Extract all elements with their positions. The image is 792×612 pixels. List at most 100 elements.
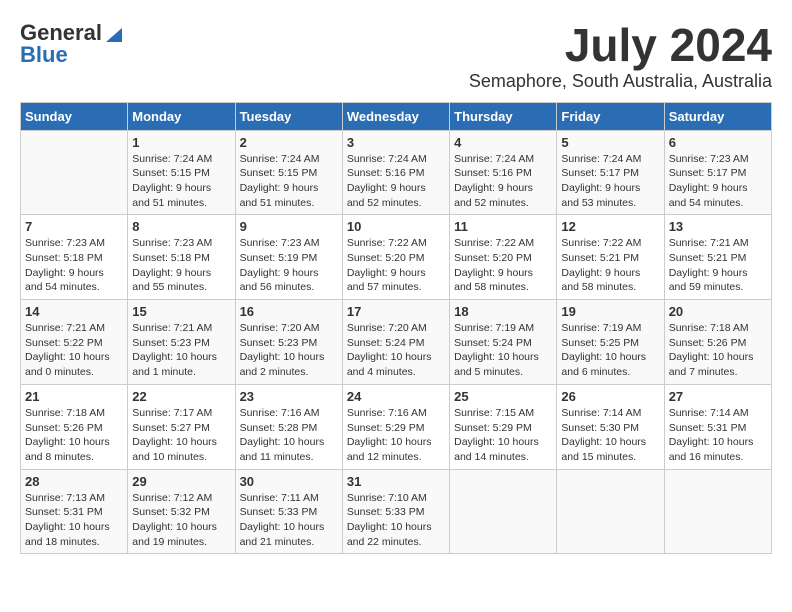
page-header: General Blue July 2024 Semaphore, South … bbox=[20, 20, 772, 92]
day-number: 20 bbox=[669, 304, 767, 319]
day-number: 31 bbox=[347, 474, 445, 489]
calendar-cell: 8Sunrise: 7:23 AMSunset: 5:18 PMDaylight… bbox=[128, 215, 235, 300]
day-info: Sunrise: 7:11 AMSunset: 5:33 PMDaylight:… bbox=[240, 491, 338, 550]
calendar-cell bbox=[21, 130, 128, 215]
calendar-cell: 11 Sunrise: 7:22 AMSunset: 5:20 PMDayligh… bbox=[450, 215, 557, 300]
calendar-cell: 29 Sunrise: 7:12 AMSunset: 5:32 PMDayligh… bbox=[128, 469, 235, 554]
day-number: 19 bbox=[561, 304, 659, 319]
day-number: 16 bbox=[240, 304, 338, 319]
day-header-tuesday: Tuesday bbox=[235, 102, 342, 130]
day-number: 17 bbox=[347, 304, 445, 319]
day-info: Sunrise: 7:19 AMSunset: 5:24 PMDaylight:… bbox=[454, 321, 552, 380]
calendar-week-row: 28Sunrise: 7:13 AMSunset: 5:31 PMDayligh… bbox=[21, 469, 772, 554]
day-number: 9 bbox=[240, 219, 338, 234]
calendar-cell: 17Sunrise: 7:20 AMSunset: 5:24 PMDayligh… bbox=[342, 300, 449, 385]
calendar-cell bbox=[664, 469, 771, 554]
day-number: 14 bbox=[25, 304, 123, 319]
day-number: 27 bbox=[669, 389, 767, 404]
day-info: Sunrise: 7:22 AMSunset: 5:21 PMDaylight:… bbox=[561, 236, 659, 295]
calendar-cell: 27 Sunrise: 7:14 AMSunset: 5:31 PMDayligh… bbox=[664, 384, 771, 469]
day-info: Sunrise: 7:15 AMSunset: 5:29 PMDaylight:… bbox=[454, 406, 552, 465]
calendar-cell: 6Sunrise: 7:23 AMSunset: 5:17 PMDaylight… bbox=[664, 130, 771, 215]
calendar-cell: 14 Sunrise: 7:21 AMSunset: 5:22 PMDayligh… bbox=[21, 300, 128, 385]
day-number: 29 bbox=[132, 474, 230, 489]
day-info: Sunrise: 7:10 AMSunset: 5:33 PMDaylight:… bbox=[347, 491, 445, 550]
calendar-cell: 28Sunrise: 7:13 AMSunset: 5:31 PMDayligh… bbox=[21, 469, 128, 554]
month-title: July 2024 bbox=[469, 20, 772, 71]
day-number: 25 bbox=[454, 389, 552, 404]
calendar-cell: 3 Sunrise: 7:24 AMSunset: 5:16 PMDaylight… bbox=[342, 130, 449, 215]
calendar-cell: 12 Sunrise: 7:22 AMSunset: 5:21 PMDayligh… bbox=[557, 215, 664, 300]
day-info: Sunrise: 7:18 AMSunset: 5:26 PMDaylight:… bbox=[25, 406, 123, 465]
day-info: Sunrise: 7:23 AMSunset: 5:18 PMDaylight:… bbox=[25, 236, 123, 295]
calendar-cell: 22 Sunrise: 7:17 AMSunset: 5:27 PMDayligh… bbox=[128, 384, 235, 469]
calendar-cell: 30 Sunrise: 7:11 AMSunset: 5:33 PMDayligh… bbox=[235, 469, 342, 554]
day-info: Sunrise: 7:18 AMSunset: 5:26 PMDaylight:… bbox=[669, 321, 767, 380]
calendar-cell bbox=[557, 469, 664, 554]
calendar-cell: 2 Sunrise: 7:24 AMSunset: 5:15 PMDaylight… bbox=[235, 130, 342, 215]
day-info: Sunrise: 7:24 AMSunset: 5:15 PMDaylight:… bbox=[132, 152, 230, 211]
calendar-header-row: SundayMondayTuesdayWednesdayThursdayFrid… bbox=[21, 102, 772, 130]
day-number: 3 bbox=[347, 135, 445, 150]
day-info: Sunrise: 7:24 AMSunset: 5:16 PMDaylight:… bbox=[347, 152, 445, 211]
day-number: 22 bbox=[132, 389, 230, 404]
day-info: Sunrise: 7:17 AMSunset: 5:27 PMDaylight:… bbox=[132, 406, 230, 465]
day-info: Sunrise: 7:23 AMSunset: 5:17 PMDaylight:… bbox=[669, 152, 767, 211]
calendar-week-row: 7Sunrise: 7:23 AMSunset: 5:18 PMDaylight… bbox=[21, 215, 772, 300]
day-number: 26 bbox=[561, 389, 659, 404]
day-info: Sunrise: 7:22 AMSunset: 5:20 PMDaylight:… bbox=[454, 236, 552, 295]
day-info: Sunrise: 7:13 AMSunset: 5:31 PMDaylight:… bbox=[25, 491, 123, 550]
day-header-friday: Friday bbox=[557, 102, 664, 130]
day-info: Sunrise: 7:23 AMSunset: 5:18 PMDaylight:… bbox=[132, 236, 230, 295]
day-number: 13 bbox=[669, 219, 767, 234]
day-info: Sunrise: 7:16 AMSunset: 5:28 PMDaylight:… bbox=[240, 406, 338, 465]
day-info: Sunrise: 7:21 AMSunset: 5:21 PMDaylight:… bbox=[669, 236, 767, 295]
day-info: Sunrise: 7:14 AMSunset: 5:31 PMDaylight:… bbox=[669, 406, 767, 465]
day-header-wednesday: Wednesday bbox=[342, 102, 449, 130]
calendar-week-row: 1 Sunrise: 7:24 AMSunset: 5:15 PMDaylight… bbox=[21, 130, 772, 215]
calendar-cell: 4Sunrise: 7:24 AMSunset: 5:16 PMDaylight… bbox=[450, 130, 557, 215]
calendar-cell: 13 Sunrise: 7:21 AMSunset: 5:21 PMDayligh… bbox=[664, 215, 771, 300]
logo: General Blue bbox=[20, 20, 122, 68]
calendar-cell bbox=[450, 469, 557, 554]
calendar-cell: 5 Sunrise: 7:24 AMSunset: 5:17 PMDaylight… bbox=[557, 130, 664, 215]
day-info: Sunrise: 7:21 AMSunset: 5:23 PMDaylight:… bbox=[132, 321, 230, 380]
day-info: Sunrise: 7:12 AMSunset: 5:32 PMDaylight:… bbox=[132, 491, 230, 550]
calendar-cell: 26Sunrise: 7:14 AMSunset: 5:30 PMDayligh… bbox=[557, 384, 664, 469]
day-info: Sunrise: 7:16 AMSunset: 5:29 PMDaylight:… bbox=[347, 406, 445, 465]
day-header-saturday: Saturday bbox=[664, 102, 771, 130]
day-number: 23 bbox=[240, 389, 338, 404]
day-number: 1 bbox=[132, 135, 230, 150]
day-number: 5 bbox=[561, 135, 659, 150]
calendar-cell: 1 Sunrise: 7:24 AMSunset: 5:15 PMDaylight… bbox=[128, 130, 235, 215]
day-info: Sunrise: 7:24 AMSunset: 5:15 PMDaylight:… bbox=[240, 152, 338, 211]
calendar-table: SundayMondayTuesdayWednesdayThursdayFrid… bbox=[20, 102, 772, 555]
day-number: 12 bbox=[561, 219, 659, 234]
day-info: Sunrise: 7:23 AMSunset: 5:19 PMDaylight:… bbox=[240, 236, 338, 295]
day-header-monday: Monday bbox=[128, 102, 235, 130]
day-header-sunday: Sunday bbox=[21, 102, 128, 130]
day-number: 15 bbox=[132, 304, 230, 319]
calendar-cell: 9 Sunrise: 7:23 AMSunset: 5:19 PMDaylight… bbox=[235, 215, 342, 300]
day-number: 30 bbox=[240, 474, 338, 489]
day-number: 4 bbox=[454, 135, 552, 150]
day-number: 21 bbox=[25, 389, 123, 404]
day-number: 2 bbox=[240, 135, 338, 150]
day-info: Sunrise: 7:24 AMSunset: 5:17 PMDaylight:… bbox=[561, 152, 659, 211]
calendar-cell: 21 Sunrise: 7:18 AMSunset: 5:26 PMDayligh… bbox=[21, 384, 128, 469]
calendar-week-row: 14 Sunrise: 7:21 AMSunset: 5:22 PMDayligh… bbox=[21, 300, 772, 385]
day-number: 18 bbox=[454, 304, 552, 319]
calendar-cell: 15 Sunrise: 7:21 AMSunset: 5:23 PMDayligh… bbox=[128, 300, 235, 385]
day-info: Sunrise: 7:21 AMSunset: 5:22 PMDaylight:… bbox=[25, 321, 123, 380]
location-title: Semaphore, South Australia, Australia bbox=[469, 71, 772, 92]
calendar-cell: 16Sunrise: 7:20 AMSunset: 5:23 PMDayligh… bbox=[235, 300, 342, 385]
calendar-cell: 19 Sunrise: 7:19 AMSunset: 5:25 PMDayligh… bbox=[557, 300, 664, 385]
calendar-cell: 7Sunrise: 7:23 AMSunset: 5:18 PMDaylight… bbox=[21, 215, 128, 300]
day-number: 11 bbox=[454, 219, 552, 234]
logo-arrow-icon bbox=[104, 20, 122, 42]
calendar-cell: 24Sunrise: 7:16 AMSunset: 5:29 PMDayligh… bbox=[342, 384, 449, 469]
logo-blue: Blue bbox=[20, 42, 68, 67]
calendar-cell: 25 Sunrise: 7:15 AMSunset: 5:29 PMDayligh… bbox=[450, 384, 557, 469]
day-info: Sunrise: 7:19 AMSunset: 5:25 PMDaylight:… bbox=[561, 321, 659, 380]
day-header-thursday: Thursday bbox=[450, 102, 557, 130]
